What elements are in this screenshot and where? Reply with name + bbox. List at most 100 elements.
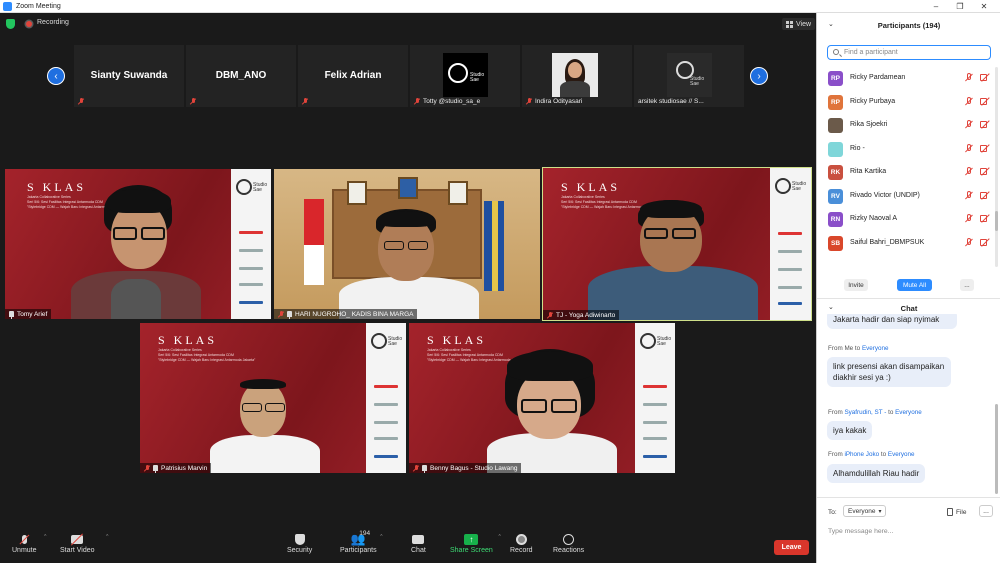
chat-message-sender: From iPhone Joko to Everyone — [828, 451, 915, 458]
mic-muted-icon[interactable] — [965, 214, 973, 223]
meeting-area: Recording View ‹ Sianty Suwanda DBM_ANO … — [0, 13, 816, 563]
security-button[interactable]: Security — [287, 531, 312, 554]
share-screen-button[interactable]: ↑ Share Screen ˆ — [450, 531, 501, 554]
reactions-label: Reactions — [553, 547, 585, 554]
mic-muted-icon[interactable] — [965, 120, 973, 129]
studio-sae-logo: Studio Sae — [369, 331, 403, 353]
video-tile-benny[interactable]: S KLAS Jakarta Collaborative Series Seri… — [409, 323, 675, 473]
mic-muted-icon[interactable] — [965, 73, 973, 82]
participants-header: ⌄ Participants (194) — [817, 13, 1000, 38]
thumbnail-footer: arsitek studiosae // S... — [638, 98, 704, 105]
to-label: To: — [828, 509, 837, 516]
thumbnail-dbm-ano[interactable]: DBM_ANO — [186, 45, 296, 107]
video-tile-hari[interactable]: HARI NUGROHO_ KADIS BINA MARGA — [274, 169, 540, 319]
video-tile-tomy[interactable]: S KLAS Jakarta Collaborative Series Seri… — [5, 169, 271, 319]
participants-icon: 👥 194 — [350, 530, 371, 546]
thumbnail-footer — [78, 98, 84, 105]
video-off-icon[interactable] — [980, 73, 990, 82]
recipient-select[interactable]: Everyone ▾ — [843, 505, 887, 517]
video-off-icon[interactable] — [980, 143, 990, 153]
view-button[interactable]: View — [782, 18, 816, 30]
video-off-icon[interactable] — [980, 190, 990, 200]
participant-row[interactable]: RK Rita Kartika — [817, 161, 995, 184]
strip-prev-button[interactable]: ‹ — [47, 67, 65, 85]
studio-sae-logo: Studio Sae — [638, 331, 672, 353]
reactions-button[interactable]: Reactions — [553, 531, 584, 554]
participant-row[interactable]: SB Saiful Bahri_DBMPSUK — [817, 232, 995, 255]
mic-muted-icon[interactable] — [965, 167, 973, 176]
chat-messages: Jakarta hadir dan siap nyimak From Me to… — [817, 314, 1000, 497]
mic-muted-icon[interactable] — [965, 190, 973, 200]
thumbnail-indira[interactable]: Indira Odityasari — [522, 45, 632, 107]
pin-icon — [9, 311, 14, 319]
mic-muted-icon[interactable] — [965, 237, 973, 247]
thumbnail-display-name: arsitek studiosae // S... — [638, 98, 704, 105]
close-icon[interactable]: ✕ — [972, 0, 996, 13]
zoom-app-icon — [3, 1, 12, 11]
file-button[interactable]: File — [947, 508, 966, 516]
thumbnail-totty[interactable]: Studio Sae Totty @studio_sa_e — [410, 45, 520, 107]
participant-row[interactable]: RP Ricky Purbaya — [817, 91, 995, 114]
video-tile-label: Patrisius Marvin — [140, 463, 212, 473]
invite-button[interactable]: Invite — [844, 279, 868, 291]
video-off-icon[interactable] — [980, 96, 990, 106]
chat-more-button[interactable]: ... — [979, 505, 993, 517]
participant-row[interactable]: RV Rivado Victor (UNDIP) — [817, 185, 995, 208]
chevron-up-icon[interactable]: ˆ — [498, 535, 500, 542]
video-off-icon[interactable] — [980, 214, 990, 223]
participant-row[interactable]: RP Ricky Pardamean — [817, 67, 995, 90]
participant-row[interactable]: RN Rizky Naoval A — [817, 208, 995, 231]
thumbnail-name: Sianty Suwanda — [90, 70, 168, 81]
chat-scrollbar[interactable] — [995, 404, 998, 494]
thumbnail-name: Felix Adrian — [324, 70, 382, 81]
recording-icon — [26, 21, 32, 27]
maximize-icon[interactable]: ❐ — [948, 0, 972, 13]
record-button[interactable]: Record — [510, 531, 533, 554]
security-shield-icon[interactable] — [6, 19, 15, 29]
chat-button[interactable]: Chat — [411, 531, 426, 554]
chat-message-input[interactable]: Type message here... — [828, 528, 893, 535]
unmute-button[interactable]: Unmute ˆ — [12, 531, 47, 554]
video-tile-yoga-active-speaker[interactable]: S KLAS Jakarta Collaborative Series Seri… — [542, 167, 812, 321]
reactions-smiley-icon — [563, 531, 575, 547]
thumbnail-sianty[interactable]: Sianty Suwanda — [74, 45, 184, 107]
slide-sponsor-bar: Studio Sae — [770, 168, 811, 320]
video-off-icon[interactable] — [980, 237, 990, 247]
security-label: Security — [287, 547, 313, 554]
minimize-icon[interactable]: – — [924, 0, 948, 13]
mute-all-button[interactable]: Mute All — [897, 279, 932, 291]
chevron-up-icon[interactable]: ˆ — [106, 535, 108, 542]
participant-row[interactable]: Rika Sjoekri — [817, 114, 995, 137]
chevron-up-icon[interactable]: ˆ — [380, 535, 382, 542]
participant-name: TJ - Yoga Adiwinarto — [556, 311, 616, 319]
chat-composer: To: Everyone ▾ File ... Type message her… — [817, 497, 1000, 563]
avatar: RV — [828, 188, 843, 204]
mic-muted-icon[interactable] — [965, 143, 973, 153]
participant-list-scrollbar[interactable] — [995, 211, 998, 231]
chevron-up-icon[interactable]: ˆ — [44, 535, 46, 542]
avatar: RP — [828, 71, 843, 86]
start-video-button[interactable]: Start Video ˆ — [60, 531, 109, 554]
participant-video — [61, 179, 211, 319]
chat-message-sender: From Me to Everyone — [828, 345, 889, 352]
slide-subtitle: "Stylebridge CDM — Wajah Baru Integrasi … — [158, 358, 256, 362]
chat-message: link presensi akan disampaikan diakhir s… — [827, 357, 951, 387]
participant-name: Tomy Arief — [17, 310, 48, 318]
more-options-button[interactable]: ... — [960, 279, 974, 291]
video-off-icon[interactable] — [980, 167, 990, 176]
video-tile-patrisius[interactable]: S KLAS Jakarta Collaborative Series Seri… — [140, 323, 406, 473]
thumbnail-felix[interactable]: Felix Adrian — [298, 45, 408, 107]
video-off-icon[interactable] — [980, 120, 990, 129]
mic-muted-icon[interactable] — [965, 96, 973, 106]
participant-search-input[interactable]: Find a participant — [827, 45, 991, 60]
record-label: Record — [510, 547, 533, 554]
mic-muted-icon — [302, 98, 308, 105]
strip-next-button[interactable]: › — [750, 67, 768, 85]
participants-button[interactable]: 👥 194 Participants ˆ — [340, 530, 383, 554]
leave-button[interactable]: Leave — [774, 540, 809, 555]
chevron-down-icon: ▾ — [878, 508, 882, 515]
avatar: SB — [828, 235, 843, 251]
participant-row[interactable]: Rio - — [817, 138, 995, 161]
thumbnail-arsitek[interactable]: Studio Sae arsitek studiosae // S... — [634, 45, 744, 107]
participant-name: Rivado Victor (UNDIP) — [850, 191, 920, 199]
